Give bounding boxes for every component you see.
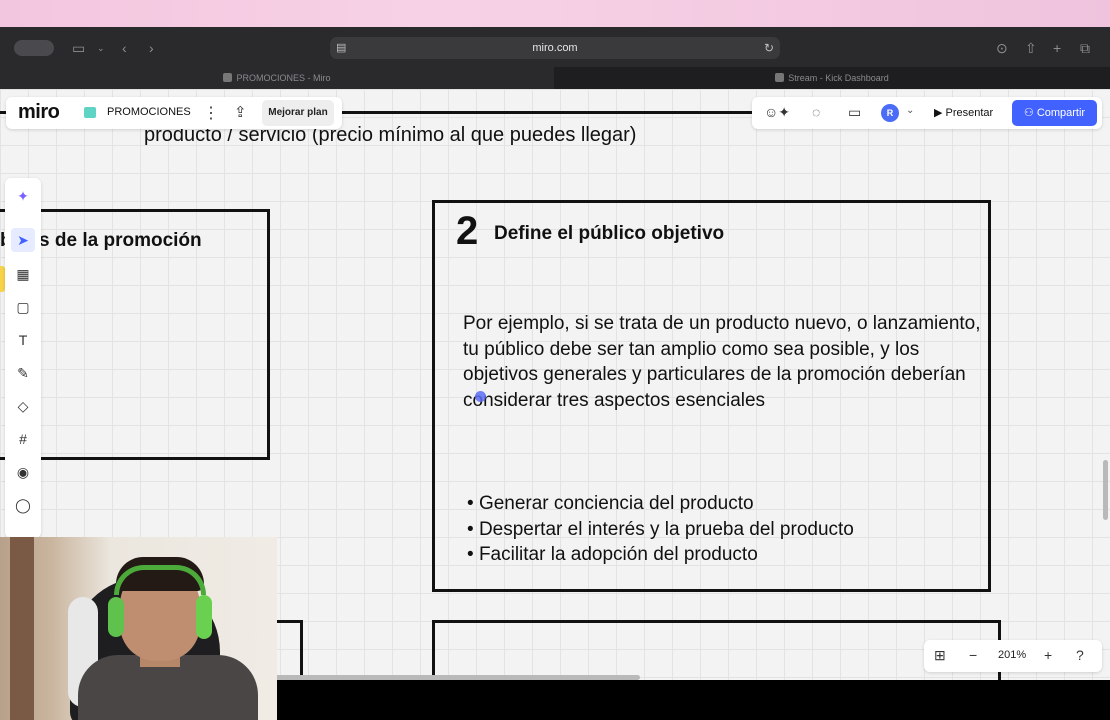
video-call-icon[interactable]: ▭ <box>848 104 861 121</box>
creation-toolbar: ✦ ➤ ▦ ▢ T ✎ ◇ # ◉ ◯ <box>5 178 41 538</box>
bullet-list[interactable]: Generar conciencia del producto Desperta… <box>467 491 854 568</box>
step-number: 2 <box>456 209 479 253</box>
window-controls[interactable] <box>14 40 54 56</box>
back-icon[interactable]: ‹ <box>122 40 127 56</box>
share-button[interactable]: ⚇ Compartir <box>1012 100 1097 126</box>
new-tab-icon[interactable]: + <box>1053 40 1061 56</box>
more-options-icon[interactable]: ⋮ <box>203 103 219 123</box>
sidebar-toggle-icon[interactable]: ▭ <box>72 40 85 56</box>
address-bar[interactable]: ▤ miro.com ↻ <box>330 37 780 59</box>
headphones-band <box>114 565 206 595</box>
reload-icon[interactable]: ↻ <box>764 37 774 59</box>
tab-label: PROMOCIONES - Miro <box>236 73 331 83</box>
miro-board-toolbar: miro PROMOCIONES ⋮ ⇪ Mejorar plan <box>6 97 342 129</box>
zoom-out-icon[interactable]: − <box>969 647 977 663</box>
play-icon: ▶ <box>934 107 946 119</box>
headphones-left <box>108 597 124 637</box>
chat-icon[interactable]: ◌ <box>812 104 820 120</box>
frame-paragraph[interactable]: Por ejemplo, si se trata de un producto … <box>463 311 983 414</box>
tab-overview-icon[interactable]: ⧉ <box>1080 40 1090 56</box>
upgrade-plan-button[interactable]: Mejorar plan <box>262 100 334 126</box>
cursor-indicator <box>475 391 486 402</box>
vertical-scrollbar[interactable] <box>1103 460 1108 520</box>
zoom-level[interactable]: 201% <box>998 649 1026 661</box>
kick-favicon-icon <box>775 73 785 82</box>
board-name[interactable]: PROMOCIONES <box>107 106 191 118</box>
comment-icon[interactable]: ◯ <box>11 493 35 517</box>
tab-kick[interactable]: Stream - Kick Dashboard <box>554 67 1110 89</box>
macos-menubar <box>0 0 1110 27</box>
webcam-door <box>10 537 34 720</box>
miro-favicon-icon <box>223 73 233 82</box>
page-icon: ▤ <box>336 42 347 54</box>
frame-bottom[interactable] <box>432 620 1001 680</box>
zoom-in-icon[interactable]: + <box>1044 647 1052 663</box>
miro-collab-toolbar: ☺✦ ◌ ▭ R ⌄ ▶ Presentar ⚇ Compartir <box>752 97 1102 129</box>
zoom-controls: ⊞ − 201% + ? <box>924 640 1102 672</box>
horizontal-scrollbar[interactable] <box>250 675 640 680</box>
help-icon[interactable]: ? <box>1076 647 1084 663</box>
ai-sparkle-icon[interactable]: ✦ <box>11 184 35 208</box>
forward-icon[interactable]: › <box>149 40 154 56</box>
users-icon: ⚇ <box>1023 107 1037 119</box>
list-item: Despertar el interés y la prueba del pro… <box>467 517 854 543</box>
frame-tool-icon[interactable]: # <box>11 427 35 451</box>
templates-icon[interactable]: ▦ <box>11 262 35 286</box>
shapes-icon[interactable]: ◇ <box>11 394 35 418</box>
url-text: miro.com <box>532 42 578 54</box>
avatar[interactable]: R <box>881 104 899 122</box>
browser-chrome: ▭ ⌄ ‹ › ▤ miro.com ↻ ⊙ ⇧ + ⧉ PROMOCIONES… <box>0 27 1110 89</box>
list-item: Facilitar la adopción del producto <box>467 542 854 568</box>
share-browser-icon[interactable]: ⇧ <box>1025 40 1037 56</box>
download-icon[interactable]: ⊙ <box>996 40 1008 56</box>
present-label: Presentar <box>945 107 994 119</box>
headphones-right <box>196 595 212 639</box>
select-tool-icon[interactable]: ➤ <box>11 228 35 252</box>
text-tool-icon[interactable]: T <box>11 328 35 352</box>
webcam-overlay <box>0 537 277 720</box>
share-label: Compartir <box>1036 107 1086 119</box>
present-button[interactable]: ▶ Presentar <box>934 101 993 125</box>
export-icon[interactable]: ⇪ <box>234 103 247 121</box>
frame-title: Define el público objetivo <box>494 223 725 244</box>
list-item: Generar conciencia del producto <box>467 491 854 517</box>
pen-tool-icon[interactable]: ✎ <box>11 361 35 385</box>
board-icon <box>84 107 96 118</box>
chevron-down-icon[interactable]: ⌄ <box>906 105 914 116</box>
chevron-down-icon[interactable]: ⌄ <box>97 40 105 56</box>
apps-icon[interactable]: ◉ <box>11 460 35 484</box>
reactions-icon[interactable]: ☺✦ <box>764 104 790 121</box>
sticky-note-icon[interactable]: ▢ <box>11 295 35 319</box>
fit-screen-icon[interactable]: ⊞ <box>934 647 946 664</box>
tab-label: Stream - Kick Dashboard <box>788 73 889 83</box>
miro-logo[interactable]: miro <box>18 101 60 124</box>
tab-miro[interactable]: PROMOCIONES - Miro <box>0 67 554 89</box>
